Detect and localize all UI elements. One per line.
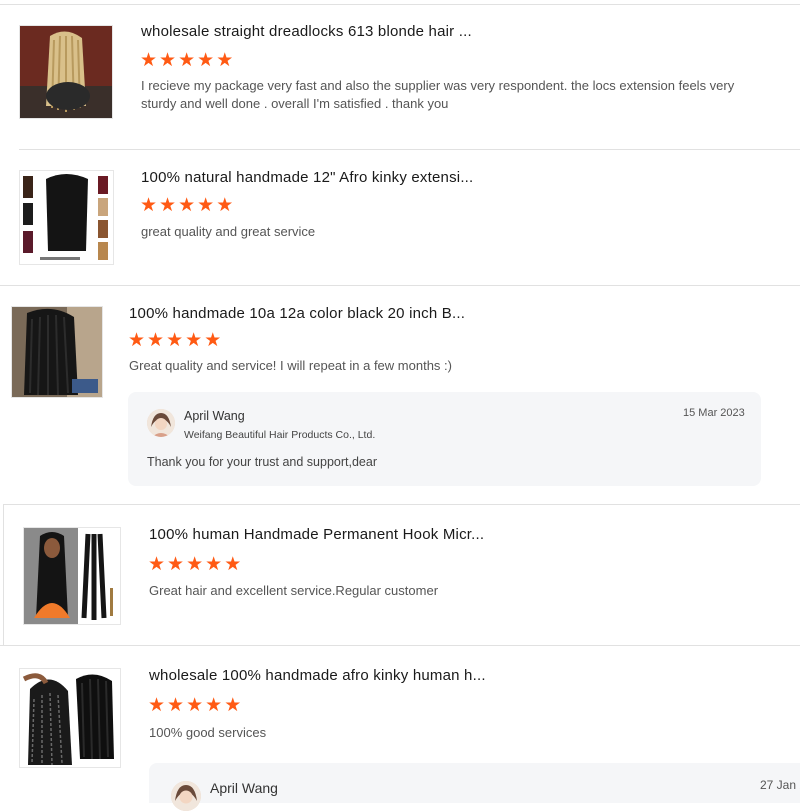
product-title[interactable]: 100% handmade 10a 12a color black 20 inc… bbox=[129, 305, 465, 322]
star-icon: ★ bbox=[148, 695, 166, 716]
seller-name: April Wang bbox=[184, 409, 245, 423]
star-icon: ★ bbox=[224, 695, 242, 716]
star-icon: ★ bbox=[186, 695, 204, 716]
star-icon: ★ bbox=[140, 50, 158, 71]
review-item: 100% natural handmade 12" Afro kinky ext… bbox=[19, 149, 800, 285]
review-item: 100% human Handmade Permanent Hook Micr.… bbox=[3, 504, 800, 645]
star-icon: ★ bbox=[159, 195, 177, 216]
star-icon: ★ bbox=[205, 554, 223, 575]
rating-stars: ★ ★ ★ ★ ★ bbox=[148, 695, 242, 716]
product-title[interactable]: wholesale 100% handmade afro kinky human… bbox=[149, 667, 486, 684]
rating-stars: ★ ★ ★ ★ ★ bbox=[128, 330, 222, 351]
star-icon: ★ bbox=[159, 50, 177, 71]
product-title[interactable]: 100% natural handmade 12" Afro kinky ext… bbox=[141, 169, 473, 186]
star-icon: ★ bbox=[197, 50, 215, 71]
product-thumbnail[interactable] bbox=[23, 527, 121, 625]
review-text: Great quality and service! I will repeat… bbox=[129, 358, 452, 373]
rating-stars: ★ ★ ★ ★ ★ bbox=[140, 50, 234, 71]
review-item: 100% handmade 10a 12a color black 20 inc… bbox=[0, 285, 800, 504]
star-icon: ★ bbox=[216, 195, 234, 216]
avatar-icon bbox=[171, 781, 201, 811]
star-icon: ★ bbox=[148, 554, 166, 575]
reply-date: 15 Mar 2023 bbox=[683, 407, 745, 419]
product-title[interactable]: 100% human Handmade Permanent Hook Micr.… bbox=[149, 526, 484, 543]
review-text: I recieve my package very fast and also … bbox=[141, 78, 735, 111]
review-item: wholesale straight dreadlocks 613 blonde… bbox=[0, 4, 800, 150]
star-icon: ★ bbox=[205, 695, 223, 716]
seller-name: April Wang bbox=[210, 780, 278, 796]
star-icon: ★ bbox=[128, 330, 146, 351]
star-icon: ★ bbox=[178, 195, 196, 216]
seller-avatar bbox=[171, 781, 201, 811]
rating-stars: ★ ★ ★ ★ ★ bbox=[148, 554, 242, 575]
reply-date: 27 Jan 2 bbox=[760, 778, 800, 792]
rating-stars: ★ ★ ★ ★ ★ bbox=[140, 195, 234, 216]
product-thumbnail[interactable] bbox=[11, 306, 103, 398]
star-icon: ★ bbox=[224, 554, 242, 575]
review-text: great quality and great service bbox=[141, 224, 316, 239]
product-thumbnail[interactable] bbox=[19, 25, 113, 119]
blonde-dreadlocks-photo-icon bbox=[20, 26, 112, 118]
reply-message: Thank you for your trust and support,dea… bbox=[147, 455, 377, 469]
star-icon: ★ bbox=[204, 330, 222, 351]
dreadlock-color-samples-photo-icon bbox=[23, 174, 108, 260]
seller-avatar bbox=[147, 409, 175, 437]
review-text: Great hair and excellent service.Regular… bbox=[149, 583, 439, 598]
star-icon: ★ bbox=[166, 330, 184, 351]
star-icon: ★ bbox=[186, 554, 204, 575]
review-item: wholesale 100% handmade afro kinky human… bbox=[0, 645, 800, 811]
star-icon: ★ bbox=[140, 195, 158, 216]
product-thumbnail[interactable] bbox=[19, 170, 114, 265]
seller-reply: April Wang 27 Jan 2 bbox=[149, 763, 800, 811]
star-icon: ★ bbox=[178, 50, 196, 71]
star-icon: ★ bbox=[216, 50, 234, 71]
product-title[interactable]: wholesale straight dreadlocks 613 blonde… bbox=[141, 23, 472, 40]
star-icon: ★ bbox=[197, 195, 215, 216]
review-text: 100% good services bbox=[149, 725, 267, 740]
star-icon: ★ bbox=[147, 330, 165, 351]
avatar-icon bbox=[147, 409, 175, 437]
star-icon: ★ bbox=[185, 330, 203, 351]
seller-reply: April Wang Weifang Beautiful Hair Produc… bbox=[128, 392, 761, 486]
seller-company: Weifang Beautiful Hair Products Co., Ltd… bbox=[184, 429, 376, 441]
black-locs-photo-icon bbox=[12, 307, 102, 397]
braided-hair-photo-icon bbox=[22, 673, 114, 766]
woman-with-locs-photo-icon bbox=[24, 528, 113, 624]
star-icon: ★ bbox=[167, 695, 185, 716]
star-icon: ★ bbox=[167, 554, 185, 575]
product-thumbnail[interactable] bbox=[19, 668, 121, 768]
